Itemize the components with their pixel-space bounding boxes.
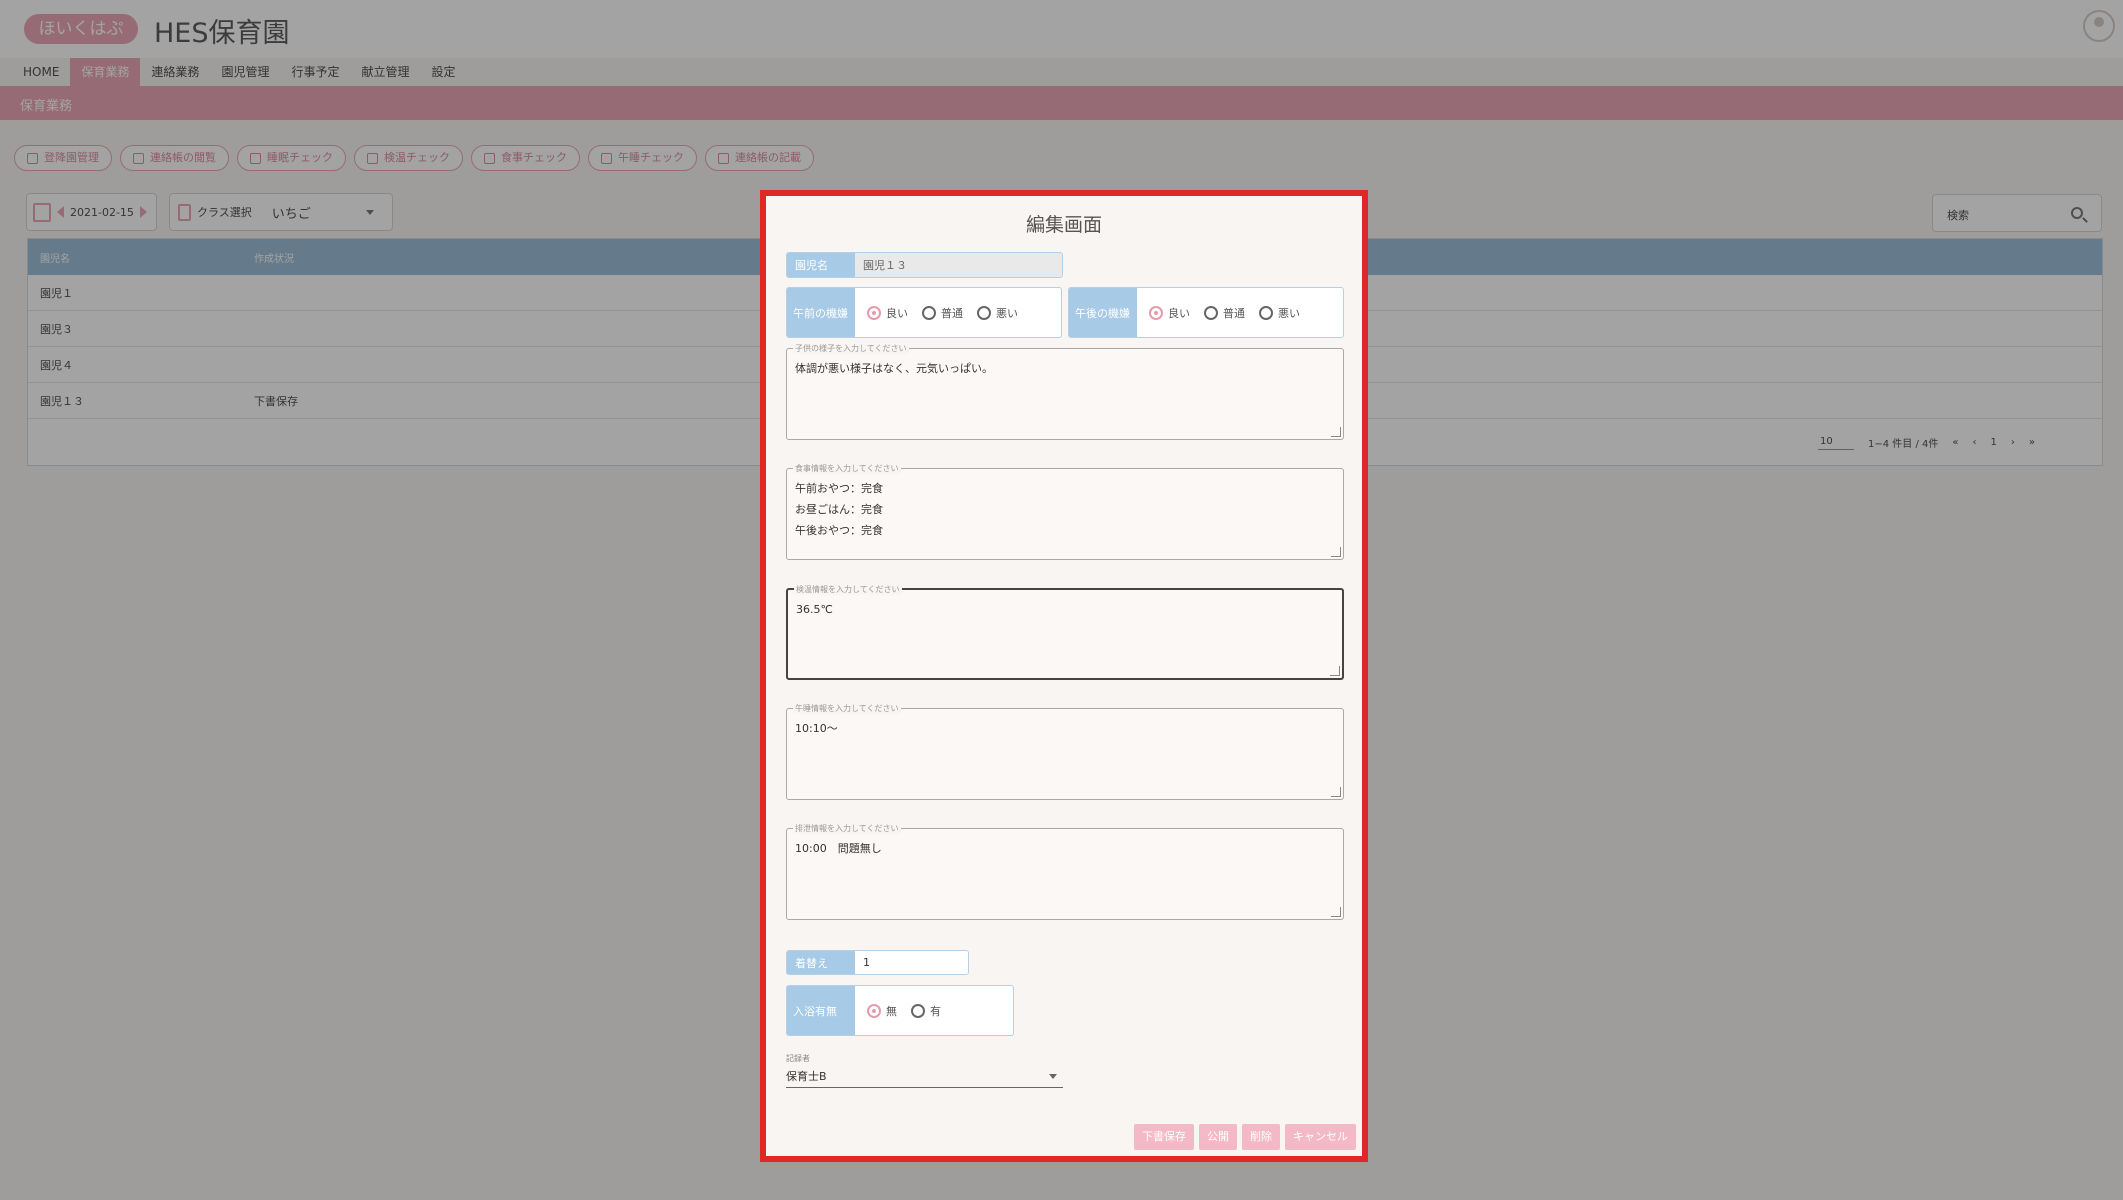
edit-dialog: 編集画面 園児名 園児１３ 午前の機嫌 良い 普通 悪い 午後の機嫌 良い 普通… bbox=[760, 190, 1368, 1162]
resize-handle-icon[interactable] bbox=[1331, 787, 1341, 797]
clothes-change-label: 着替え bbox=[787, 951, 855, 974]
meal-text: 午前おやつ：完食 お昼ごはん：完食 午後おやつ：完食 bbox=[795, 482, 883, 537]
radio-icon bbox=[1204, 305, 1218, 320]
radio-icon bbox=[911, 1003, 925, 1018]
am-mood-good[interactable]: 良い bbox=[867, 305, 908, 321]
pm-mood-normal[interactable]: 普通 bbox=[1204, 305, 1245, 321]
child-name-value: 園児１３ bbox=[855, 253, 1062, 277]
publish-button[interactable]: 公開 bbox=[1199, 1124, 1237, 1150]
bath-label: 入浴有無 bbox=[787, 986, 855, 1035]
delete-button[interactable]: 削除 bbox=[1242, 1124, 1280, 1150]
cancel-button[interactable]: キャンセル bbox=[1285, 1124, 1356, 1150]
bath-yes[interactable]: 有 bbox=[911, 1003, 941, 1019]
child-condition-textarea[interactable]: 子供の様子を入力してください 体調が悪い様子はなく、元気いっぱい。 bbox=[786, 343, 1344, 440]
dialog-actions: 下書保存 公開 削除 キャンセル bbox=[1134, 1124, 1356, 1150]
temperature-label: 検温情報を入力してください bbox=[794, 584, 902, 595]
pm-mood-group: 午後の機嫌 良い 普通 悪い bbox=[1068, 287, 1344, 338]
save-draft-button[interactable]: 下書保存 bbox=[1134, 1124, 1194, 1150]
resize-handle-icon[interactable] bbox=[1331, 427, 1341, 437]
pm-mood-good[interactable]: 良い bbox=[1149, 305, 1190, 321]
radio-icon bbox=[1259, 305, 1273, 320]
chevron-down-icon bbox=[1049, 1074, 1057, 1079]
excretion-label: 排泄情報を入力してください bbox=[793, 823, 901, 834]
temperature-textarea[interactable]: 検温情報を入力してください 36.5℃ bbox=[786, 584, 1344, 680]
clothes-change-input[interactable]: 1 bbox=[855, 951, 968, 974]
resize-handle-icon[interactable] bbox=[1330, 666, 1340, 676]
recorder-label: 記録者 bbox=[786, 1054, 810, 1063]
excretion-textarea[interactable]: 排泄情報を入力してください 10:00 問題無し bbox=[786, 823, 1344, 920]
resize-handle-icon[interactable] bbox=[1331, 907, 1341, 917]
clothes-change-field: 着替え 1 bbox=[786, 950, 969, 975]
recorder-select[interactable]: 保育士B bbox=[786, 1064, 1063, 1088]
nap-label: 午睡情報を入力してください bbox=[793, 703, 901, 714]
pm-mood-label: 午後の機嫌 bbox=[1069, 288, 1137, 337]
child-name-field: 園児名 園児１３ bbox=[786, 252, 1063, 278]
recorder-value: 保育士B bbox=[786, 1069, 827, 1083]
meal-label: 食事情報を入力してください bbox=[793, 463, 901, 474]
temperature-text: 36.5℃ bbox=[796, 603, 833, 616]
radio-checked-icon bbox=[867, 1003, 881, 1018]
bath-group: 入浴有無 無 有 bbox=[786, 985, 1014, 1036]
am-mood-normal[interactable]: 普通 bbox=[922, 305, 963, 321]
meal-textarea[interactable]: 食事情報を入力してください 午前おやつ：完食 お昼ごはん：完食 午後おやつ：完食 bbox=[786, 463, 1344, 560]
nap-text: 10:10〜 bbox=[795, 722, 838, 735]
dialog-title: 編集画面 bbox=[1025, 214, 1102, 236]
radio-checked-icon bbox=[867, 305, 881, 320]
excretion-text: 10:00 問題無し bbox=[795, 842, 882, 855]
am-mood-label: 午前の機嫌 bbox=[787, 288, 855, 337]
child-condition-text: 体調が悪い様子はなく、元気いっぱい。 bbox=[795, 362, 993, 375]
child-condition-label: 子供の様子を入力してください bbox=[793, 343, 909, 354]
bath-no[interactable]: 無 bbox=[867, 1003, 897, 1019]
pm-mood-bad[interactable]: 悪い bbox=[1259, 305, 1300, 321]
radio-checked-icon bbox=[1149, 305, 1163, 320]
radio-icon bbox=[977, 305, 991, 320]
resize-handle-icon[interactable] bbox=[1331, 547, 1341, 557]
child-name-label: 園児名 bbox=[787, 253, 855, 277]
am-mood-bad[interactable]: 悪い bbox=[977, 305, 1018, 321]
am-mood-group: 午前の機嫌 良い 普通 悪い bbox=[786, 287, 1062, 338]
radio-icon bbox=[922, 305, 936, 320]
nap-textarea[interactable]: 午睡情報を入力してください 10:10〜 bbox=[786, 703, 1344, 800]
